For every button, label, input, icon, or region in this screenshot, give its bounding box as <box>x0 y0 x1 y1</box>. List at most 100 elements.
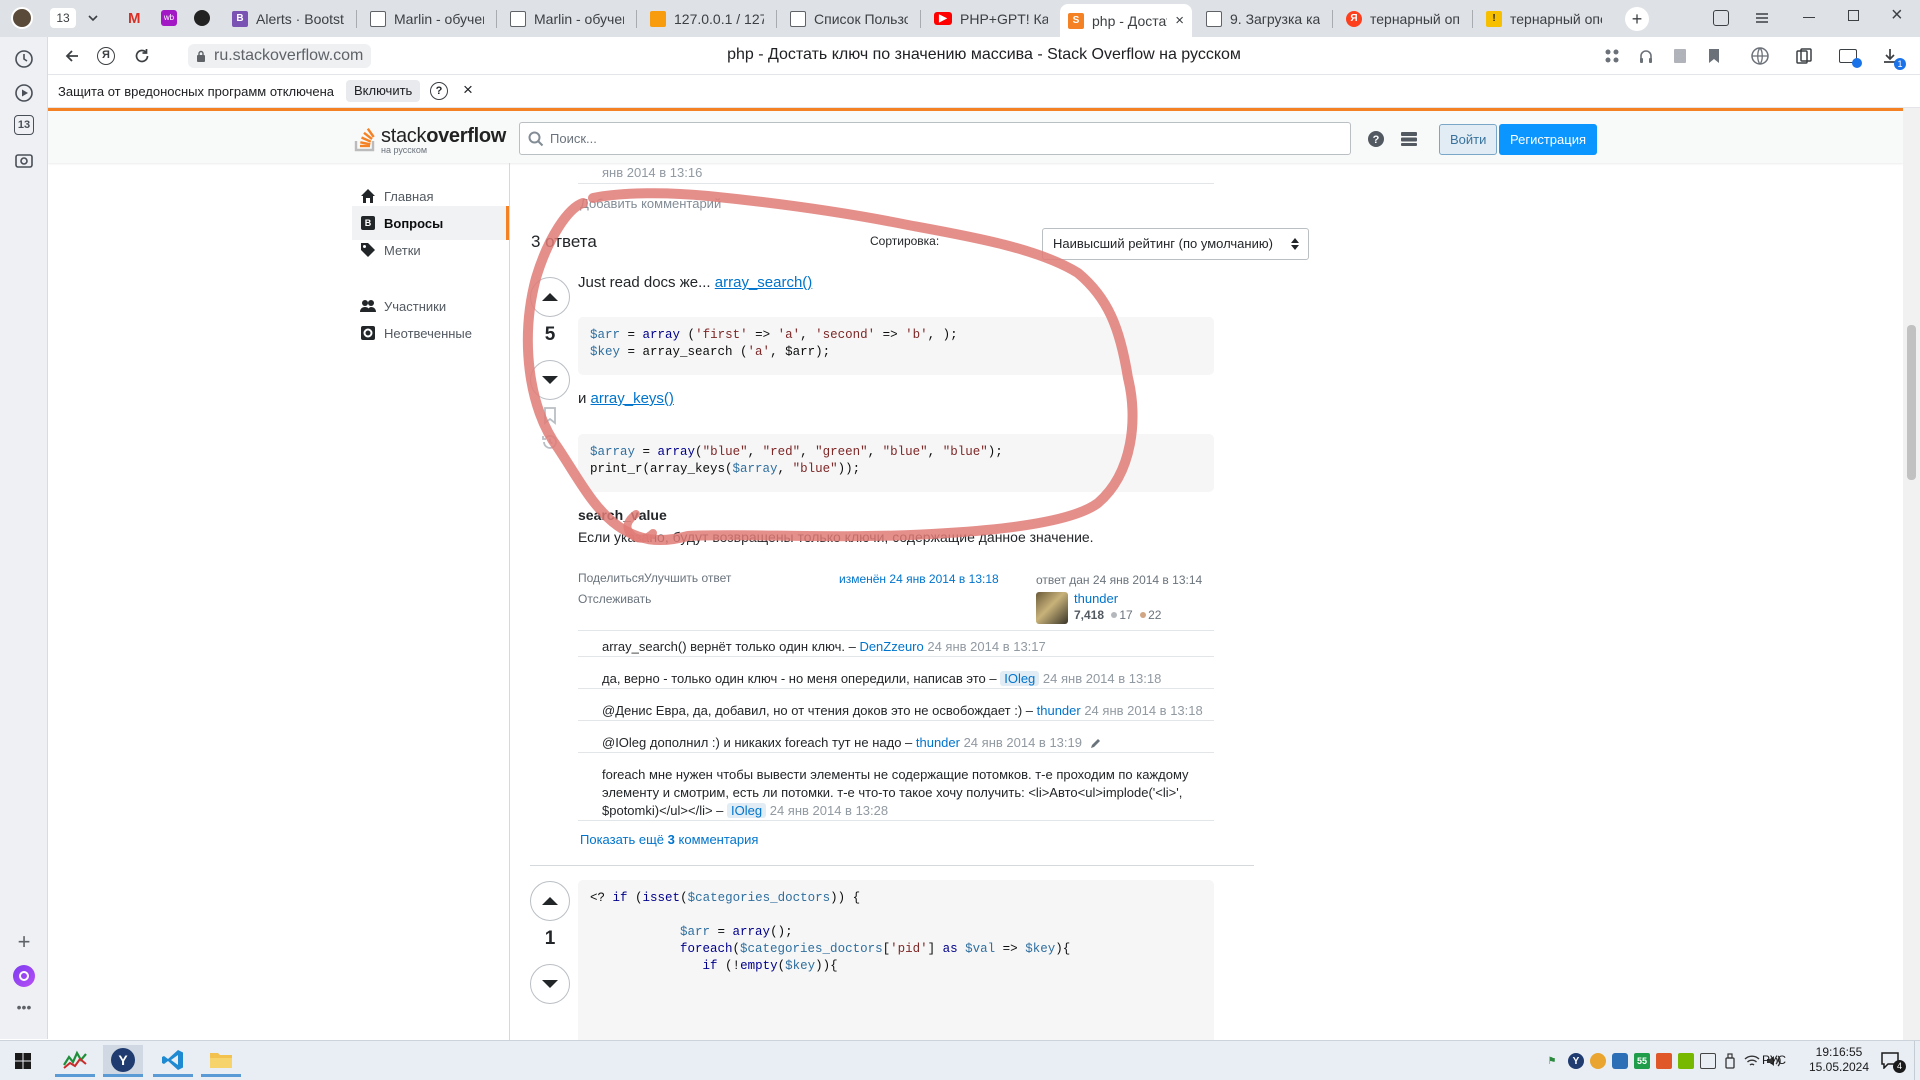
page-scrollbar[interactable] <box>1903 108 1920 1040</box>
comment-user-link[interactable]: DenZzeuro <box>859 639 923 654</box>
tray-disk-icon[interactable] <box>1590 1053 1606 1069</box>
tab-close-icon[interactable]: × <box>1175 12 1184 29</box>
close-window-icon[interactable]: × <box>1891 4 1903 27</box>
bookmark-answer-icon[interactable] <box>543 407 557 425</box>
translate-icon[interactable] <box>1600 44 1624 68</box>
show-desktop-strip[interactable] <box>1914 1041 1920 1080</box>
tray-yandex-icon[interactable]: Y <box>1568 1053 1584 1069</box>
history-clock-icon[interactable] <box>12 47 36 71</box>
url-field[interactable]: ru.stackoverflow.com <box>188 44 372 68</box>
collections-icon[interactable] <box>1713 10 1729 26</box>
media-play-icon[interactable] <box>12 81 36 105</box>
site-switcher-icon[interactable] <box>1399 129 1419 149</box>
follow-link[interactable]: Отслеживать <box>578 592 651 606</box>
new-tab-button[interactable]: + <box>1625 7 1649 31</box>
search-box[interactable] <box>519 122 1351 155</box>
yandex-logo-icon[interactable]: Я <box>94 44 118 68</box>
tabs-count-icon[interactable]: 13 <box>14 115 34 135</box>
taskbar-yandex-browser-icon[interactable]: Y <box>103 1045 143 1077</box>
comment-user-link[interactable]: IOleg <box>1000 671 1040 686</box>
infobar-close-icon[interactable]: × <box>463 80 473 100</box>
help-circle-icon[interactable]: ? <box>1366 129 1386 149</box>
tray-clock[interactable]: 19:16:55 15.05.2024 <box>1804 1045 1874 1075</box>
tab-users-list[interactable]: Список Пользователей <box>782 4 916 33</box>
maximize-icon[interactable] <box>1848 10 1859 21</box>
extensions-icon[interactable] <box>1792 44 1816 68</box>
tab-ternary-2[interactable]: ! тернарный опе <box>1478 4 1610 33</box>
scrollbar-thumb[interactable] <box>1907 325 1916 480</box>
login-button[interactable]: Войти <box>1439 124 1498 155</box>
tab-list-chevron-icon[interactable] <box>85 10 101 26</box>
tab-phpmyadmin[interactable]: 127.0.0.1 / 127.0 <box>642 4 772 33</box>
vpn-globe-icon[interactable] <box>1748 44 1772 68</box>
edit-pencil-icon[interactable] <box>1090 738 1101 749</box>
comment-user-link[interactable]: IOleg <box>727 803 767 818</box>
enable-protection-button[interactable]: Включить <box>346 80 421 102</box>
tab-php-gpt-youtube[interactable]: ▶ PHP+GPT! Как п <box>926 4 1056 33</box>
tray-flag-icon[interactable]: ⚑ <box>1544 1053 1560 1069</box>
headphones-icon[interactable] <box>1634 44 1658 68</box>
tray-apps-icon[interactable] <box>1656 1053 1672 1069</box>
taskbar-app-monitor-icon[interactable] <box>55 1045 95 1077</box>
lock-icon[interactable] <box>196 50 206 62</box>
improve-answer-link[interactable]: Улучшить ответ <box>644 571 731 585</box>
edited-info-link[interactable]: изменён 24 янв 2014 в 13:18 <box>839 572 999 586</box>
author-name-link[interactable]: thunder <box>1074 591 1118 606</box>
help-icon[interactable]: ? <box>430 82 448 100</box>
nav-unanswered[interactable]: Неотвеченные <box>352 316 509 350</box>
tab-active-php[interactable]: S php - Достать × <box>1060 4 1192 37</box>
tab-marlin-2[interactable]: Marlin - обучение <box>502 4 632 33</box>
pinned-tab-gmail[interactable]: M <box>128 10 146 27</box>
tab-load-images[interactable]: 9. Загрузка кар <box>1198 4 1328 33</box>
back-arrow-icon[interactable] <box>60 44 84 68</box>
tray-security-icon[interactable] <box>1612 1053 1628 1069</box>
alice-assistant-icon[interactable] <box>13 965 35 987</box>
nav-tags[interactable]: Метки <box>352 233 509 267</box>
notifications-icon[interactable]: 4 <box>1880 1051 1906 1073</box>
reader-mode-icon[interactable] <box>1668 44 1692 68</box>
tab-marlin-1[interactable]: Marlin - обучение <box>362 4 492 33</box>
protect-shield-icon[interactable] <box>1836 44 1862 68</box>
array-keys-link[interactable]: array_keys() <box>591 390 674 407</box>
comment-user-link[interactable]: thunder <box>1037 703 1081 718</box>
upvote-button[interactable] <box>530 881 570 921</box>
pinned-tab-chatgpt[interactable] <box>194 10 210 26</box>
tab-counter[interactable]: 13 <box>50 8 76 28</box>
more-dots-icon[interactable]: ••• <box>12 995 36 1019</box>
bookmark-icon[interactable] <box>1702 44 1726 68</box>
profile-avatar[interactable] <box>11 7 33 29</box>
add-comment-link[interactable]: Добавить комментарий <box>580 196 721 211</box>
share-link[interactable]: Поделиться <box>578 571 644 585</box>
tray-usb-icon[interactable] <box>1722 1053 1738 1069</box>
tray-badge-icon[interactable]: 55 <box>1634 1053 1650 1069</box>
pinned-tab-wb[interactable]: wb <box>161 10 177 26</box>
taskbar-vscode-icon[interactable] <box>153 1045 193 1077</box>
tab-alerts-bootstrap[interactable]: B Alerts · Bootstrap <box>224 4 352 33</box>
comment-user-link[interactable]: thunder <box>916 735 960 750</box>
revision-history-icon[interactable] <box>541 433 559 451</box>
taskbar-file-explorer-icon[interactable] <box>201 1045 241 1077</box>
tray-language[interactable]: РУС <box>1762 1053 1786 1067</box>
downloads-icon[interactable]: 1 <box>1878 44 1906 70</box>
array-search-link[interactable]: array_search() <box>715 274 813 291</box>
reload-icon[interactable] <box>130 44 154 68</box>
menu-icon[interactable] <box>1754 10 1770 26</box>
tab-ternary-1[interactable]: Я тернарный опе <box>1338 4 1468 33</box>
show-more-comments-link[interactable]: Показать ещё 3 комментария <box>580 832 758 847</box>
downvote-button[interactable] <box>530 964 570 1004</box>
tray-nvidia-icon[interactable] <box>1678 1053 1694 1069</box>
author-avatar[interactable] <box>1036 592 1068 624</box>
screenshot-icon[interactable] <box>12 149 36 173</box>
tray-cpu-icon[interactable] <box>1700 1053 1716 1069</box>
tray-wifi-icon[interactable] <box>1744 1053 1760 1069</box>
tab-title: тернарный опе <box>1510 10 1602 27</box>
signup-button[interactable]: Регистрация <box>1499 124 1597 155</box>
so-logo[interactable]: stackoverflow на русском <box>353 122 506 155</box>
add-panel-icon[interactable]: + <box>12 929 36 954</box>
minimize-icon[interactable] <box>1803 17 1815 18</box>
search-input[interactable] <box>550 123 1340 154</box>
downvote-button[interactable] <box>530 360 570 400</box>
sort-dropdown-control[interactable]: Наивысший рейтинг (по умолчанию) <box>1042 228 1309 260</box>
upvote-button[interactable] <box>530 277 570 317</box>
start-windows-icon[interactable] <box>3 1045 43 1077</box>
